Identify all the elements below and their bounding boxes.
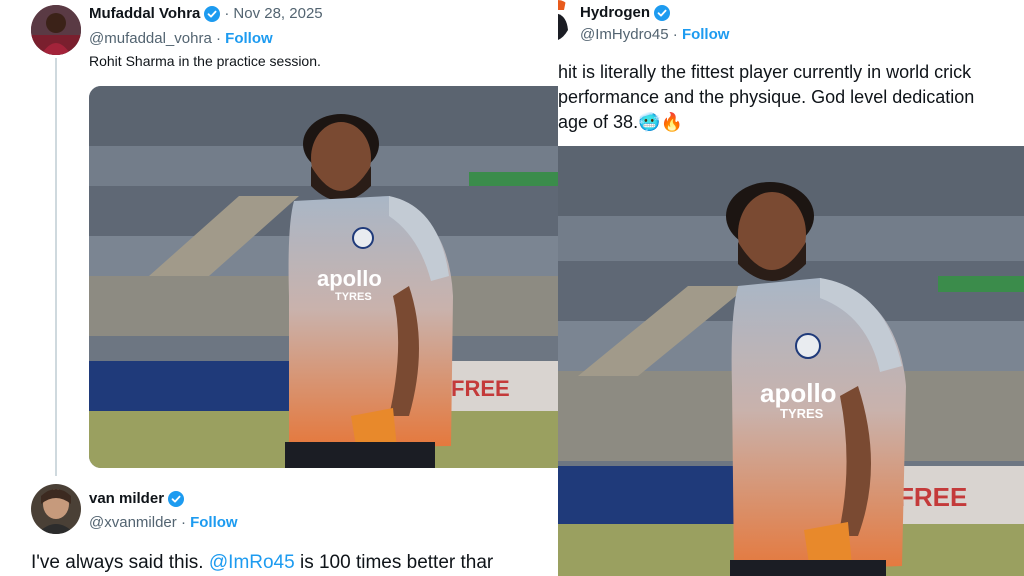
display-name[interactable]: van milder bbox=[89, 490, 164, 507]
follow-button[interactable]: Follow bbox=[682, 26, 730, 43]
tweet-text: Rohit Sharma in the practice session. bbox=[89, 53, 321, 69]
mention-link[interactable]: @ImRo45 bbox=[209, 552, 295, 573]
tweet-text-line: hit is literally the fittest player curr… bbox=[558, 62, 972, 82]
tweet-photo[interactable]: FREE apollo TYRES bbox=[89, 86, 558, 468]
jersey-sponsor: apollo bbox=[317, 266, 382, 291]
jersey-sponsor-sub: TYRES bbox=[335, 291, 372, 303]
tweet-text-line: performance and the physique. God level … bbox=[558, 87, 975, 107]
avatar[interactable] bbox=[31, 484, 81, 534]
tweet1-header: Mufaddal Vohra · Nov 28, 2025 bbox=[89, 5, 323, 22]
thread-line bbox=[55, 58, 57, 476]
tweet1-handle-row: @mufaddal_vohra · Follow bbox=[89, 30, 273, 47]
separator-dot: · bbox=[180, 514, 191, 531]
verified-badge-icon bbox=[654, 4, 671, 21]
avatar-image bbox=[558, 0, 574, 44]
verified-badge-icon bbox=[204, 5, 221, 22]
avatar[interactable] bbox=[558, 0, 574, 44]
display-name[interactable]: Hydrogen bbox=[580, 4, 650, 21]
avatar-image bbox=[31, 5, 81, 55]
separator-dot: · bbox=[224, 5, 230, 22]
verified-badge-icon bbox=[168, 490, 185, 507]
tweet-header: Hydrogen bbox=[580, 4, 671, 21]
board-text: FREE bbox=[898, 482, 967, 512]
handle[interactable]: @ImHydro45 bbox=[580, 26, 669, 43]
avatar-image bbox=[31, 484, 81, 534]
tweet-text-line: age of 38.🥶🔥 bbox=[558, 112, 683, 133]
practice-session-photo: FREE apollo TYRES bbox=[558, 146, 1024, 576]
emoji-group: 🥶🔥 bbox=[638, 112, 683, 132]
jersey-sponsor-sub: TYRES bbox=[780, 406, 824, 421]
right-tweet-panel: Hydrogen @ImHydro45 · Follow hit is lite… bbox=[558, 0, 1024, 576]
tweet-text-part: I've always said this. bbox=[31, 552, 209, 573]
separator-dot: · bbox=[215, 30, 226, 47]
tweet-photo[interactable]: FREE apollo TYRES bbox=[558, 146, 1024, 576]
handle-row: @ImHydro45 · Follow bbox=[580, 26, 729, 43]
left-tweet-panel: Mufaddal Vohra · Nov 28, 2025 @mufaddal_… bbox=[0, 0, 558, 576]
follow-button[interactable]: Follow bbox=[190, 514, 238, 531]
handle[interactable]: @xvanmilder bbox=[89, 514, 177, 531]
tweet-text: I've always said this. @ImRo45 is 100 ti… bbox=[31, 552, 493, 574]
tweet2-handle-row: @xvanmilder · Follow bbox=[89, 514, 238, 531]
tweet-text-part: age of 38. bbox=[558, 112, 639, 132]
handle[interactable]: @mufaddal_vohra bbox=[89, 30, 212, 47]
practice-session-photo: FREE apollo TYRES bbox=[89, 86, 558, 468]
tweet-date[interactable]: Nov 28, 2025 bbox=[233, 5, 322, 22]
separator-dot: · bbox=[672, 26, 682, 43]
tweet2-header: van milder bbox=[89, 490, 185, 507]
display-name[interactable]: Mufaddal Vohra bbox=[89, 5, 200, 22]
jersey-sponsor: apollo bbox=[760, 378, 837, 408]
avatar[interactable] bbox=[31, 5, 81, 55]
board-text: FREE bbox=[451, 376, 510, 401]
tweet-text-part: is 100 times better thar bbox=[294, 552, 494, 573]
follow-button[interactable]: Follow bbox=[225, 30, 273, 47]
